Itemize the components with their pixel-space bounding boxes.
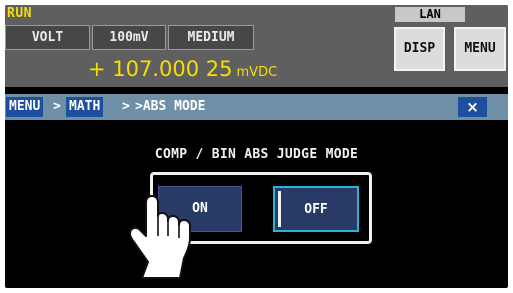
breadcrumb-separator: > xyxy=(53,99,61,114)
pointing-hand-icon xyxy=(129,195,191,279)
breadcrumb-separator: > xyxy=(122,99,130,114)
menu-button[interactable]: MENU xyxy=(454,27,506,71)
off-button[interactable]: OFF xyxy=(273,186,359,232)
lan-indicator: LAN xyxy=(395,7,465,22)
breadcrumb: MENU > MATH > >ABS MODE × xyxy=(5,94,508,120)
instrument-screen: RUN LAN VOLT 100mV MEDIUM + 107.000 25 mV… xyxy=(5,5,508,288)
breadcrumb-menu[interactable]: MENU xyxy=(6,97,44,117)
reading-value: + 107.000 25 xyxy=(88,57,233,81)
measurement-settings: VOLT 100mV MEDIUM xyxy=(5,25,263,50)
reading-unit: mVDC xyxy=(236,65,278,80)
disp-button[interactable]: DISP xyxy=(394,27,445,71)
function-button[interactable]: VOLT xyxy=(5,25,90,50)
run-status: RUN xyxy=(7,6,32,21)
range-button[interactable]: 100mV xyxy=(92,25,166,50)
status-header: RUN LAN VOLT 100mV MEDIUM + 107.000 25 mV… xyxy=(5,5,508,87)
close-icon[interactable]: × xyxy=(458,97,487,117)
page-title: >ABS MODE xyxy=(135,99,206,114)
dialog-title: COMP / BIN ABS JUDGE MODE xyxy=(154,147,359,162)
measurement-reading: + 107.000 25 mVDC xyxy=(88,57,277,81)
breadcrumb-math[interactable]: MATH xyxy=(66,97,104,117)
speed-button[interactable]: MEDIUM xyxy=(168,25,254,50)
